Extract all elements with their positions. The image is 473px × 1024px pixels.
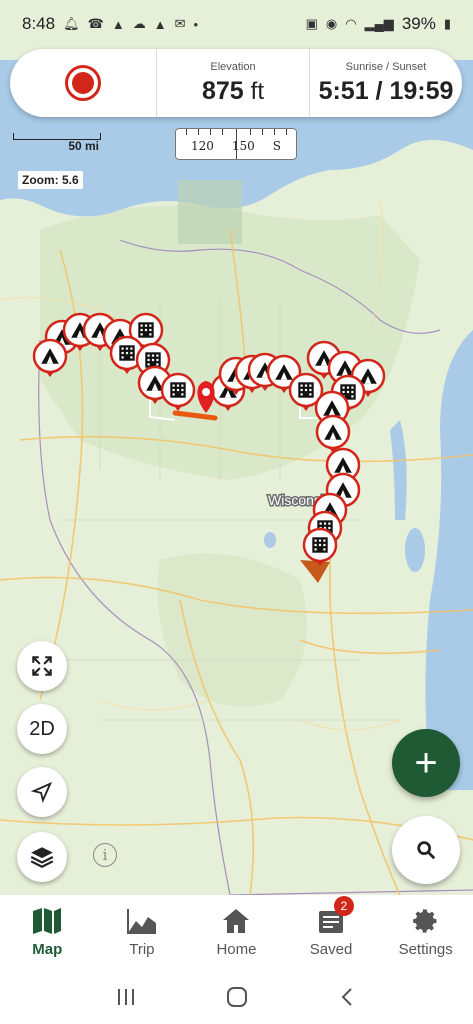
- mountain-icon: ▲: [153, 16, 167, 32]
- status-time: 8:48: [22, 14, 56, 33]
- view-mode-label: 2D: [29, 717, 55, 740]
- mountain-icon: ▲: [111, 16, 125, 32]
- layers-button[interactable]: [17, 832, 67, 882]
- status-bar: 8:48 🔔︎ ☎︎ ▲ ☁︎ ▲ ✉︎ • ▣ ◉ ◠ ▂▄▆ 39% ▮: [0, 0, 473, 48]
- dot-icon: •: [193, 16, 199, 32]
- battery-icon: ▮: [443, 16, 451, 31]
- tab-label: Settings: [398, 940, 453, 958]
- tab-label: Saved: [309, 940, 353, 958]
- navigation-arrow-icon: [31, 781, 53, 803]
- signal-icon: ▂▄▆: [364, 16, 394, 31]
- wifi-icon: ◠: [345, 16, 357, 31]
- building-icon: [170, 382, 186, 398]
- search-button[interactable]: [392, 816, 460, 884]
- chart-icon: [126, 908, 156, 934]
- elevation-label: Elevation: [210, 60, 256, 73]
- notification-bell-icon: 🔔︎: [63, 16, 80, 31]
- sun-value: 5:51 / 19:59: [318, 76, 454, 105]
- view-mode-button[interactable]: 2D: [17, 704, 67, 754]
- compass-strip[interactable]: 120 150 S: [175, 128, 297, 160]
- tab-home[interactable]: Home: [189, 895, 284, 969]
- tab-settings[interactable]: Settings: [378, 895, 473, 969]
- building-icon: [119, 345, 135, 361]
- recent-apps-icon[interactable]: [115, 987, 137, 1007]
- cloud-icon: ☁︎: [132, 16, 146, 31]
- call-icon: ☎︎: [87, 16, 104, 31]
- building-icon: [312, 537, 328, 553]
- battery-percent: 39%: [401, 14, 436, 33]
- elevation-unit: ft: [250, 77, 264, 105]
- elevation-value: 875: [201, 76, 244, 105]
- add-button[interactable]: +: [392, 729, 460, 797]
- compass-tick-3: S: [272, 139, 281, 153]
- building-icon: [138, 322, 154, 338]
- sun-label: Sunrise / Sunset: [345, 60, 427, 73]
- lock-icon: ▣: [305, 16, 318, 31]
- compass-tick-1: 120: [190, 139, 214, 153]
- tab-label: Map: [32, 940, 63, 958]
- info-card: Elevation 875 ft Sunrise / Sunset 5:51 /…: [10, 49, 462, 117]
- mail-icon: ✉︎: [174, 16, 186, 31]
- elevation-stat: Elevation 875 ft: [157, 49, 310, 117]
- bottom-tab-bar: Map Trip Home 2 Saved Settings: [0, 895, 473, 969]
- search-icon: [417, 841, 436, 860]
- tab-saved[interactable]: 2 Saved: [284, 895, 379, 969]
- record-button[interactable]: [65, 65, 101, 101]
- saved-badge: 2: [333, 896, 354, 916]
- location-icon: ◉: [325, 16, 338, 31]
- tab-label: Home: [216, 940, 257, 958]
- building-icon: [298, 382, 314, 398]
- fullscreen-button[interactable]: [17, 641, 67, 691]
- gear-icon: [412, 908, 437, 933]
- scale-label: 50 mi: [68, 139, 99, 153]
- record-icon: [72, 72, 94, 94]
- tab-map[interactable]: Map: [0, 895, 95, 969]
- system-nav-bar: [0, 969, 473, 1024]
- map-icon: [33, 907, 62, 934]
- tab-label: Trip: [129, 940, 155, 958]
- building-icon: [145, 352, 161, 368]
- layers-icon: [30, 847, 54, 868]
- tab-trip[interactable]: Trip: [95, 895, 190, 969]
- zoom-label: Zoom: 5.6: [18, 171, 83, 189]
- home-nav-icon[interactable]: [226, 986, 248, 1008]
- plus-icon: +: [414, 741, 438, 785]
- home-icon: [223, 908, 250, 933]
- sunrise-sunset-stat: Sunrise / Sunset 5:51 / 19:59: [310, 49, 462, 117]
- locate-button[interactable]: [17, 767, 67, 817]
- expand-icon: [32, 656, 52, 676]
- map-scale: 50 mi: [13, 133, 101, 153]
- info-icon[interactable]: i: [93, 843, 117, 867]
- back-icon[interactable]: [337, 986, 359, 1008]
